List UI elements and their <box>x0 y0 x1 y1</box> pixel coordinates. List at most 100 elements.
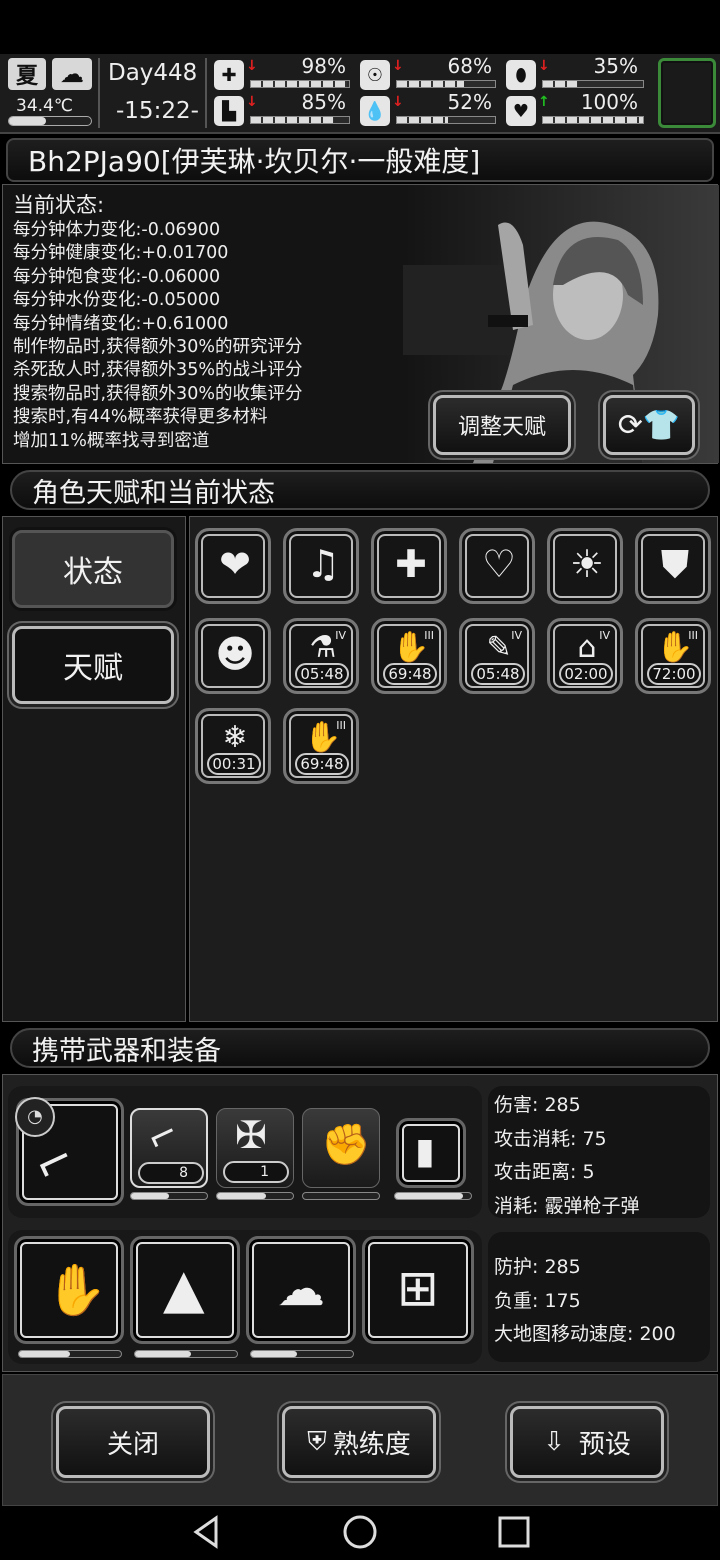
timer-label: 72:00 <box>647 663 701 685</box>
talent-tile-alarm[interactable]: ☀ <box>547 528 623 604</box>
talent-tile-shirt[interactable]: ⛊ <box>635 528 711 604</box>
health-bar <box>250 80 350 88</box>
character-title: Bh2PJa90[伊芙琳·坎贝尔·一般难度] <box>6 138 714 182</box>
stat-stamina-value: 85% <box>301 90 346 114</box>
close-button[interactable]: 关闭 <box>56 1406 210 1478</box>
armor-slot-backpack[interactable]: ⊞ <box>362 1236 474 1344</box>
status-lines: 每分钟体力变化:-0.06900 每分钟健康变化:+0.01700 每分钟饱食变… <box>13 219 302 453</box>
talent-tile-house[interactable]: ⌂ IV 02:00 <box>547 618 623 694</box>
ammo-count: 8 <box>138 1162 204 1184</box>
weapon-slot-main[interactable]: ◔ ⌐ <box>15 1097 124 1206</box>
timer-label: 02:00 <box>559 663 613 685</box>
armor-slot-gloves[interactable]: ✋ <box>14 1236 124 1344</box>
back-icon[interactable] <box>188 1514 224 1550</box>
divider <box>98 58 100 128</box>
character-panel: 当前状态: 每分钟体力变化:-0.06900 每分钟健康变化:+0.01700 … <box>2 184 719 464</box>
day-counter: Day448 <box>108 60 198 86</box>
stat-water-value: 52% <box>447 90 492 114</box>
rank-label: IV <box>335 629 346 642</box>
change-outfit-button[interactable]: ⟳👕 <box>603 395 695 455</box>
talent-tile-stomach[interactable]: ♡ <box>459 528 535 604</box>
timer-label: 00:31 <box>207 753 261 775</box>
talent-tile-hand[interactable]: ✋ III 72:00 <box>635 618 711 694</box>
weapon-stat: 消耗: 霰弹枪子弹 <box>494 1195 640 1217</box>
shotgun-icon: ⌐ <box>25 1129 84 1195</box>
durability-bar <box>134 1350 238 1358</box>
map-slot-button[interactable] <box>658 58 716 128</box>
preset-button[interactable]: ⇩ 预设 <box>510 1406 664 1478</box>
adjust-talent-button[interactable]: 调整天赋 <box>433 395 571 455</box>
weapon-slot-crossbow[interactable]: ✠ 1 <box>216 1108 294 1188</box>
talent-tile-cold[interactable]: ❄ 00:31 <box>195 708 271 784</box>
status-line: 制作物品时,获得额外30%的研究评分 <box>13 337 303 358</box>
talent-tile-syringe[interactable]: ✎ IV 05:48 <box>459 618 535 694</box>
status-line: 搜索物品时,获得额外30%的收集评分 <box>13 383 303 404</box>
talent-tile-hand[interactable]: ✋ III 69:48 <box>283 708 359 784</box>
armor-stat: 大地图移动速度: 200 <box>494 1323 676 1345</box>
armor-stat: 负重: 175 <box>494 1290 581 1312</box>
tool-slot-flashlight[interactable]: ▮ <box>396 1118 466 1188</box>
durability-bar <box>130 1192 208 1200</box>
rank-label: III <box>336 719 346 732</box>
equipment-title: 携带武器和装备 <box>10 1028 710 1068</box>
stomach-icon: ☉ <box>360 60 390 90</box>
talent-tile-person[interactable]: ☻ <box>195 618 271 694</box>
durability-bar <box>18 1350 122 1358</box>
trend-down-icon: ↓ <box>538 58 550 74</box>
status-line: 增加11%概率找寻到密道 <box>13 430 210 451</box>
preset-label: 预设 <box>578 1429 631 1460</box>
weapon-stat: 攻击距离: 5 <box>494 1161 595 1183</box>
recents-icon[interactable] <box>496 1514 532 1550</box>
home-icon[interactable] <box>342 1514 378 1550</box>
boots-icon: ☁ <box>277 1261 325 1317</box>
divider <box>205 58 207 128</box>
tab-status[interactable]: 状态 <box>12 530 174 608</box>
talent-tile-hand[interactable]: ✋ III 69:48 <box>371 618 447 694</box>
weapon-stat: 攻击消耗: 75 <box>494 1128 607 1150</box>
rank-label: III <box>424 629 434 642</box>
boot-icon: ▙ <box>214 96 244 126</box>
status-line: 搜索时,有44%概率获得更多材料 <box>13 407 268 428</box>
tab-talent[interactable]: 天赋 <box>12 626 174 704</box>
status-line: 每分钟饱食变化:-0.06000 <box>13 266 221 287</box>
season-badge: 夏 <box>8 58 46 90</box>
talent-tile-music-heart[interactable]: ♫ <box>283 528 359 604</box>
weapon-stat: 伤害: 285 <box>494 1094 581 1116</box>
trend-down-icon: ↓ <box>392 94 404 110</box>
trend-down-icon: ↓ <box>246 58 258 74</box>
alarm-icon: ☀ <box>569 542 605 586</box>
status-line: 每分钟情绪变化:+0.61000 <box>13 313 229 334</box>
heart-bar <box>542 116 644 124</box>
weapon-slot-shotgun[interactable]: ⌐ 8 <box>130 1108 208 1188</box>
music-heart-icon: ♫ <box>305 542 341 586</box>
timer-label: 69:48 <box>383 663 437 685</box>
drop-icon: 💧 <box>360 96 390 126</box>
timer-label: 05:48 <box>295 663 349 685</box>
ammo-count: 1 <box>223 1161 289 1183</box>
flashlight-icon: ▮ <box>415 1131 435 1172</box>
status-heading: 当前状态: <box>13 193 105 217</box>
talent-tile-heart[interactable]: ❤ <box>195 528 271 604</box>
system-nav-bar <box>0 1506 720 1560</box>
weapon-slot-fist[interactable]: ✊ <box>302 1108 380 1188</box>
stat-heart-value: 100% <box>580 90 638 114</box>
proficiency-button[interactable]: ⛨ 熟练度 <box>282 1406 436 1478</box>
stat-health-value: 98% <box>301 54 346 78</box>
aim-icon: ◔ <box>15 1097 55 1137</box>
preset-icon: ⇩ <box>543 1427 565 1457</box>
temperature: 34.4℃ <box>16 96 73 116</box>
armor-slot-boots[interactable]: ☁ <box>246 1236 356 1344</box>
talent-tile-medicine[interactable]: ✚ <box>371 528 447 604</box>
cloak-icon: ▲ <box>163 1257 205 1320</box>
backpack-frame-icon: ⊞ <box>397 1259 439 1317</box>
medicine-icon: ✚ <box>395 542 427 586</box>
water-bar <box>396 116 496 124</box>
pill-icon: ⬮ <box>506 60 536 90</box>
heart-icon: ❤ <box>219 542 251 586</box>
talent-tile-flask[interactable]: ⚗ IV 05:48 <box>283 618 359 694</box>
trend-down-icon: ↓ <box>392 58 404 74</box>
proficiency-icon: ⛨ <box>307 1426 327 1457</box>
armor-slot-cloak[interactable]: ▲ <box>130 1236 240 1344</box>
clock: -15:22- <box>116 98 199 124</box>
armor-stat: 防护: 285 <box>494 1256 581 1278</box>
